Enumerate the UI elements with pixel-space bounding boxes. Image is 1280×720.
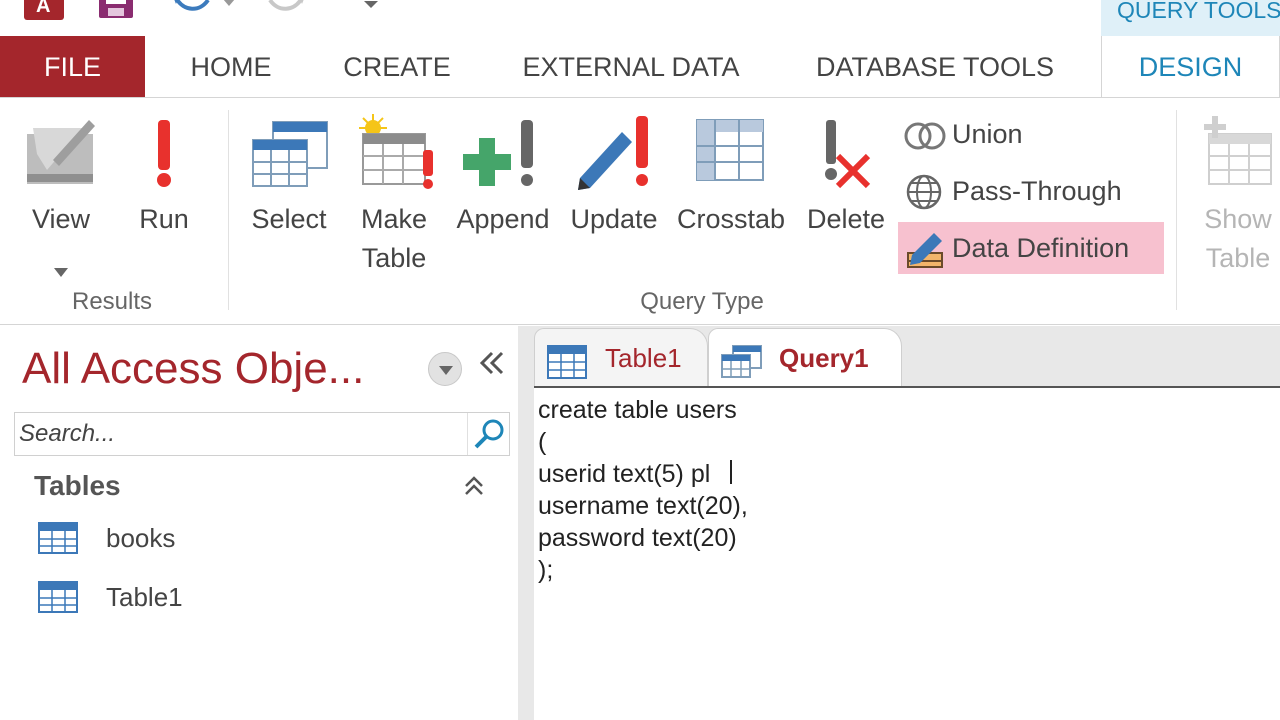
table-icon	[38, 581, 78, 626]
redo-icon	[264, 0, 308, 23]
make-table-button[interactable]: Make Table	[348, 104, 440, 274]
chevron-down-icon	[54, 250, 68, 289]
svg-text:A: A	[36, 0, 50, 17]
nav-pane-title[interactable]: All Access Obje...	[22, 344, 364, 394]
union-rings-icon	[904, 117, 946, 169]
union-button[interactable]: Union	[898, 108, 1048, 160]
run-label: Run	[139, 204, 189, 234]
globe-icon	[904, 174, 944, 227]
title-bar: A QUERY TOOLS	[0, 0, 1280, 36]
show-table-button: Show Table	[1192, 104, 1280, 274]
navigation-pane: All Access Obje... Tables books Table1	[0, 326, 530, 720]
ribbon-separator	[228, 110, 229, 310]
chevron-double-up-icon[interactable]	[462, 474, 486, 505]
select-query-button[interactable]: Select	[246, 114, 332, 234]
delete-query-button[interactable]: Delete	[800, 114, 892, 234]
tab-home[interactable]: HOME	[170, 36, 292, 98]
ribbon: View Run Results Select Make Table Appen…	[0, 97, 1280, 325]
group-label-query-type: Query Type	[640, 288, 764, 315]
nav-group-tables[interactable]: Tables	[34, 470, 121, 502]
tab-database-tools[interactable]: DATABASE TOOLS	[798, 36, 1072, 98]
nav-pane-menu-button[interactable]	[428, 352, 462, 386]
delete-x-icon	[816, 114, 876, 201]
select-label: Select	[251, 204, 327, 234]
crosstab-label: Crosstab	[676, 204, 786, 234]
nav-item-label: Table1	[106, 582, 183, 612]
sql-text[interactable]: create table users ( userid text(5) pl u…	[538, 394, 748, 586]
show-table-label-line2: Table	[1205, 243, 1271, 273]
tab-external-data[interactable]: EXTERNAL DATA	[502, 36, 760, 98]
union-label: Union	[952, 119, 1023, 149]
update-label: Update	[570, 204, 658, 234]
data-definition-label: Data Definition	[952, 233, 1130, 263]
table-icon	[38, 522, 78, 567]
append-query-button[interactable]: Append	[450, 114, 556, 234]
pass-through-label: Pass-Through	[952, 176, 1122, 206]
document-tab-table1[interactable]: Table1	[534, 328, 708, 386]
query-tools-context-header: QUERY TOOLS	[1101, 0, 1280, 36]
save-icon[interactable]	[98, 0, 134, 25]
tab-create[interactable]: CREATE	[330, 36, 464, 98]
sql-editor[interactable]: create table users ( userid text(5) pl u…	[534, 386, 1280, 720]
nav-search-box	[14, 412, 510, 456]
document-tab-label: Table1	[605, 343, 682, 373]
nav-item-table1[interactable]: Table1	[38, 575, 183, 619]
show-table-icon	[1197, 114, 1279, 201]
document-tab-query1[interactable]: Query1	[708, 328, 902, 386]
data-definition-icon	[904, 231, 946, 286]
text-cursor	[730, 460, 732, 484]
tab-design[interactable]: DESIGN	[1101, 36, 1280, 98]
data-definition-button[interactable]: Data Definition	[898, 222, 1164, 274]
run-exclamation-icon	[149, 114, 179, 201]
group-label-results: Results	[71, 288, 153, 315]
nav-search-input[interactable]	[19, 417, 459, 451]
view-button[interactable]: View	[14, 114, 108, 277]
delete-label: Delete	[806, 204, 886, 234]
make-table-label-line2: Table	[361, 243, 427, 273]
update-query-button[interactable]: Update	[564, 114, 664, 234]
shutter-bar-collapse-icon[interactable]	[478, 348, 506, 385]
undo-dropdown-icon[interactable]	[222, 0, 236, 15]
document-area: Table1 Query1 create table users ( useri…	[530, 326, 1280, 720]
ribbon-separator	[1176, 110, 1177, 310]
nav-item-books[interactable]: books	[38, 516, 175, 560]
document-tab-label: Query1	[779, 343, 869, 373]
access-app-icon[interactable]: A	[24, 0, 64, 20]
view-label: View	[31, 204, 91, 234]
undo-icon[interactable]	[170, 0, 214, 23]
append-icon	[463, 114, 543, 201]
update-pencil-icon	[574, 114, 654, 201]
ribbon-tab-row: FILE HOME CREATE EXTERNAL DATA DATABASE …	[0, 36, 1280, 98]
make-table-icon	[353, 114, 435, 201]
customize-dropdown-icon[interactable]	[362, 0, 380, 15]
pass-through-button[interactable]: Pass-Through	[898, 165, 1148, 217]
nav-item-label: books	[106, 523, 176, 553]
run-button[interactable]: Run	[124, 114, 204, 234]
make-table-label-line1: Make	[360, 204, 428, 234]
chevron-down-icon	[439, 366, 453, 375]
select-query-icon	[249, 114, 329, 201]
show-table-label-line1: Show	[1204, 204, 1272, 234]
crosstab-query-button[interactable]: Crosstab	[672, 114, 790, 234]
crosstab-icon	[695, 114, 767, 195]
search-icon[interactable]	[467, 413, 511, 455]
append-label: Append	[456, 204, 550, 234]
tab-file[interactable]: FILE	[0, 36, 145, 98]
view-icon	[23, 114, 99, 201]
